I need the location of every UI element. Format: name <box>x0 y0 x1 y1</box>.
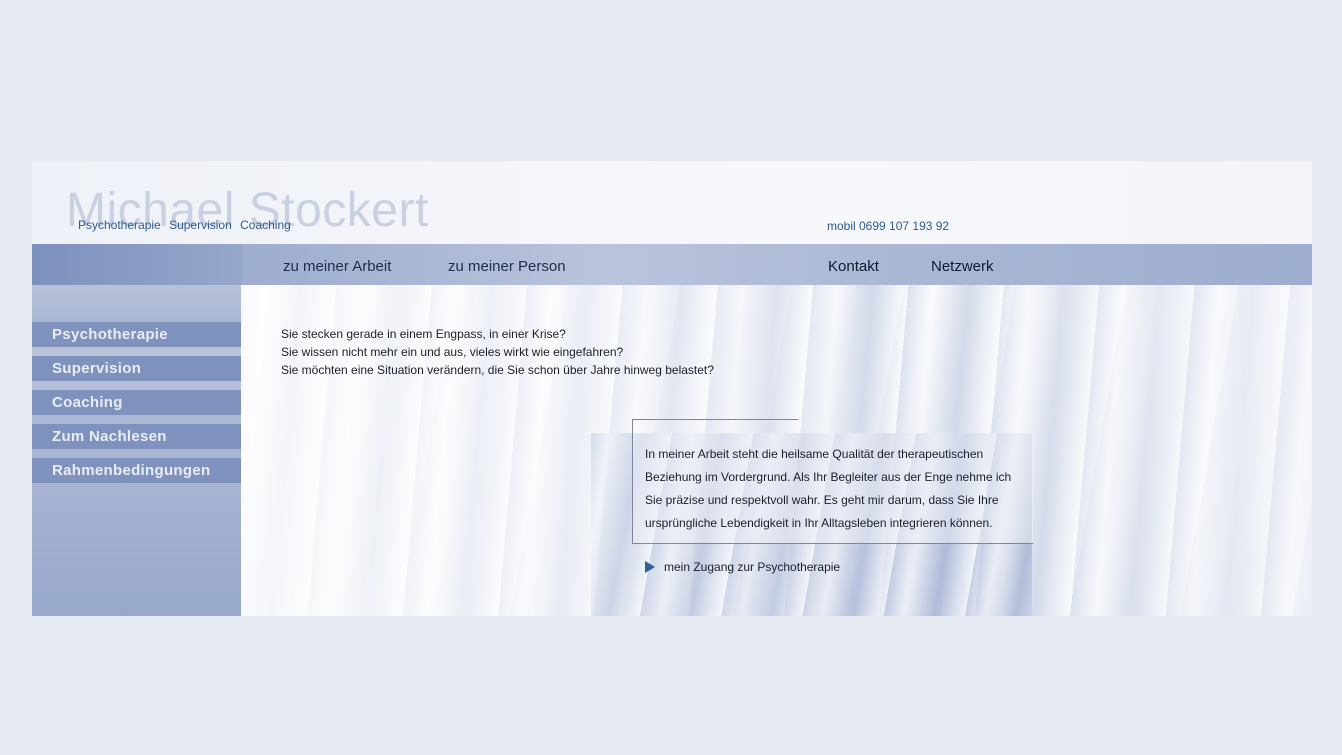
quote-frame-line <box>632 419 798 434</box>
nav-zu-meiner-arbeit[interactable]: zu meiner Arbeit <box>283 258 391 275</box>
site-header: Michael Stockert Psychotherapie Supervis… <box>32 161 1312 244</box>
page-frame: Michael Stockert Psychotherapie Supervis… <box>32 161 1312 616</box>
navbar-left-block <box>32 244 242 285</box>
triangle-right-icon <box>645 561 655 573</box>
sidebar: Psychotherapie Supervision Coaching Zum … <box>32 285 241 616</box>
sidebar-item-zum-nachlesen[interactable]: Zum Nachlesen <box>32 424 241 449</box>
nav-zu-meiner-person[interactable]: zu meiner Person <box>448 258 566 275</box>
tagline-psychotherapie: Psychotherapie <box>78 218 161 232</box>
tagline-supervision: Supervision <box>169 218 232 232</box>
intro-line: Sie stecken gerade in einem Engpass, in … <box>281 327 566 341</box>
intro-text: Sie stecken gerade in einem Engpass, in … <box>281 325 714 379</box>
link-label[interactable]: mein Zugang zur Psychotherapie <box>664 560 840 574</box>
main-navigation: zu meiner Arbeit zu meiner Person Kontak… <box>32 244 1312 285</box>
sidebar-item-psychotherapie[interactable]: Psychotherapie <box>32 322 241 347</box>
sidebar-top-block <box>32 285 241 322</box>
nav-netzwerk[interactable]: Netzwerk <box>931 258 994 275</box>
intro-line: Sie wissen nicht mehr ein und aus, viele… <box>281 345 624 359</box>
brand-tagline: Psychotherapie Supervision Coaching <box>78 218 296 232</box>
main-content: Sie stecken gerade in einem Engpass, in … <box>241 285 1312 616</box>
intro-line: Sie möchten eine Situation verändern, di… <box>281 363 714 377</box>
quote-text: In meiner Arbeit steht die heilsame Qual… <box>645 447 1012 530</box>
sidebar-item-coaching[interactable]: Coaching <box>32 390 241 415</box>
quote-box: In meiner Arbeit steht die heilsame Qual… <box>632 433 1033 544</box>
sidebar-item-rahmenbedingungen[interactable]: Rahmenbedingungen <box>32 458 241 483</box>
nav-kontakt[interactable]: Kontakt <box>828 258 879 275</box>
sidebar-item-supervision[interactable]: Supervision <box>32 356 241 381</box>
phone-number: mobil 0699 107 193 92 <box>827 219 950 233</box>
tagline-coaching: Coaching <box>240 218 291 232</box>
psychotherapie-approach-link[interactable]: mein Zugang zur Psychotherapie <box>645 560 840 574</box>
